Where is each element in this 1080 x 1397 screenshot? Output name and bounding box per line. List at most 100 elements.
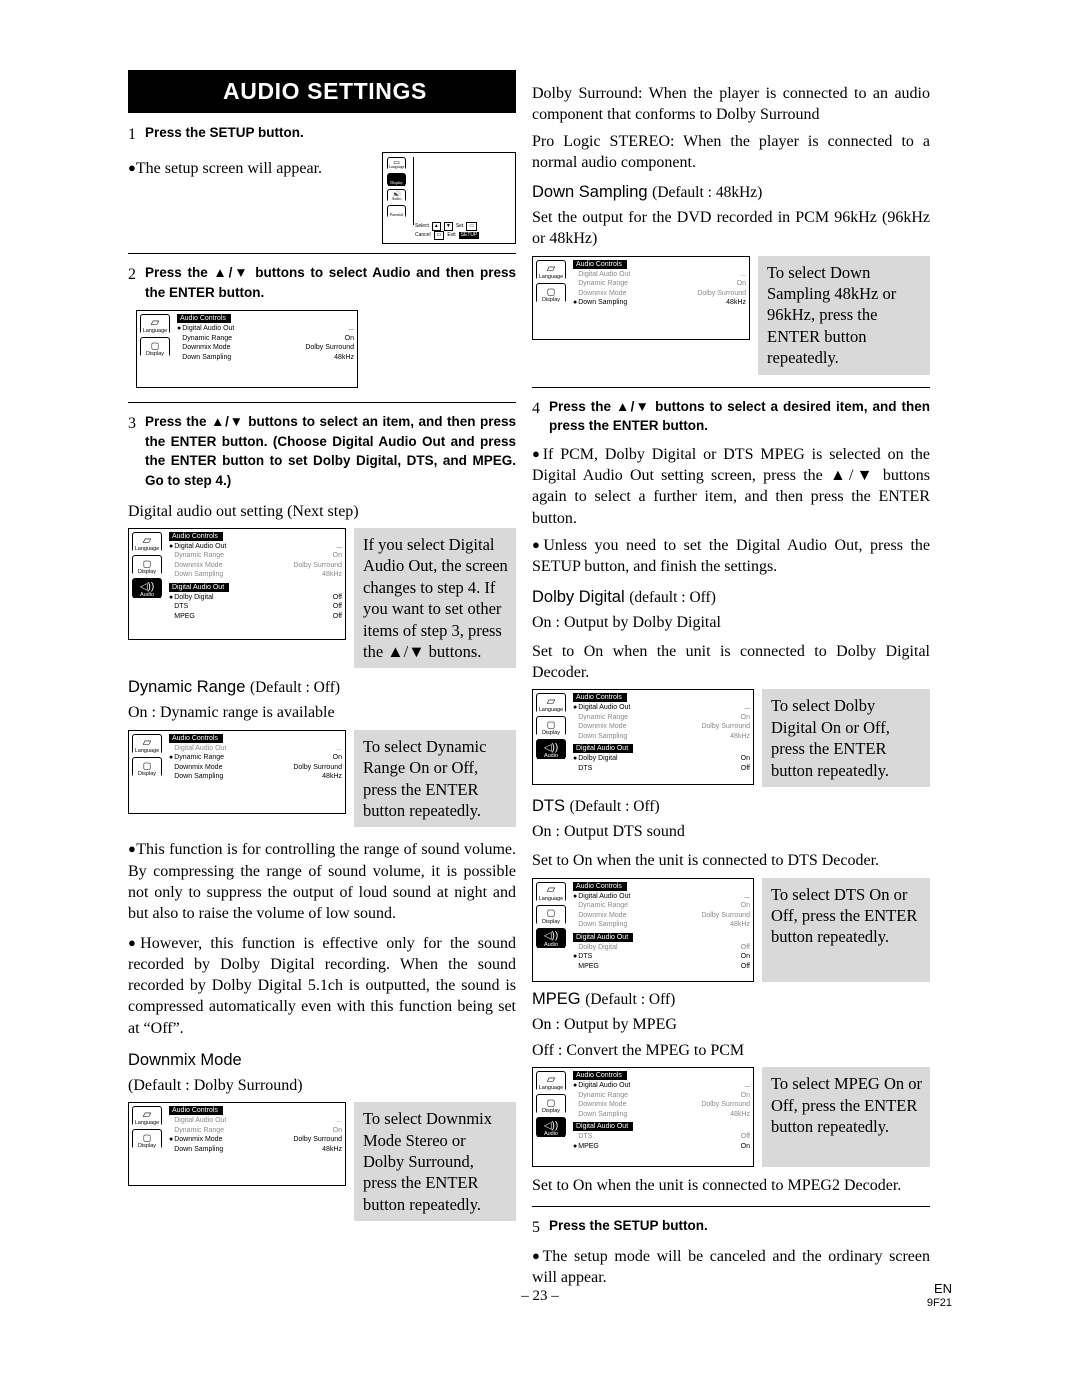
osd-panel: Audio Controls ●Digital Audio Out... ●Dy…	[573, 879, 753, 981]
step-3-text: Press the ▲/▼ buttons to select an item,…	[145, 414, 516, 488]
mpeg-on-line: On : Output by MPEG	[532, 1015, 677, 1033]
divider-2	[128, 402, 516, 404]
right-column: Dolby Surround: When the player is conne…	[532, 78, 930, 1294]
osd-sidebar: ▱ Language ▢ Display ◁)) Audio	[533, 690, 573, 784]
language-icon: ▱ Language	[132, 531, 162, 552]
osd-item-downmix-mode: ●Downmix ModeDolby Surround	[578, 1101, 750, 1109]
audio-icon: ◁)) Audio	[536, 1117, 566, 1138]
intro-pro-logic: Pro Logic STEREO: When the player is con…	[532, 132, 930, 171]
osd-item-digital-audio-out: ●Digital Audio Out...	[573, 704, 750, 712]
language-icon: ▱ Language	[132, 1106, 162, 1127]
osd-item-dynamic-range: ●Dynamic RangeOn	[578, 713, 750, 721]
dolby-digital-title: Dolby Digital	[532, 587, 625, 606]
osd-item-downmix-mode: ●Downmix ModeDolby Surround	[174, 561, 342, 569]
osd-sidebar: ▱ Language ▢ Display	[533, 257, 573, 339]
osd-panel: Audio Controls ●Digital Audio Out... ●Dy…	[169, 529, 345, 639]
sidebar-label-audio: Audio	[537, 753, 565, 760]
osd-item-dts: ●DTSOff	[578, 1133, 750, 1141]
osd-item-dts: ●DTSOff	[174, 603, 342, 611]
panel-title-audio-controls: Audio Controls	[573, 881, 627, 891]
sidebar-label-language: Language	[537, 1085, 565, 1092]
dynamic-range-on-line: On : Dynamic range is available	[128, 704, 335, 722]
osd-item-downmix-mode: ●Downmix ModeDolby Surround	[174, 763, 342, 771]
osd-item-dynamic-range: ●Dynamic RangeOn	[578, 280, 746, 288]
display-icon: ▢ Display	[536, 904, 566, 925]
language-icon: ▱ Language	[132, 733, 162, 754]
callout-downmix-mode: To select Downmix Mode Stereo or Dolby S…	[354, 1102, 516, 1222]
osd-screen-dts: ▱ Language ▢ Display ◁)) Audio Audio Contro…	[532, 877, 754, 982]
osd-item-down-sampling: ●Down Sampling48kHz	[174, 1145, 342, 1153]
step-5-number: 5	[532, 1219, 540, 1237]
intro-dolby-surround: Dolby Surround: When the player is conne…	[532, 85, 930, 124]
sidebar-label-language: Language	[133, 545, 161, 552]
panel-title-audio-controls: Audio Controls	[169, 1106, 223, 1116]
osd-item-digital-audio-out: ●Digital Audio Out...	[573, 892, 750, 900]
osd-screen-mpeg: ▱ Language ▢ Display ◁)) Audio Audio Contro…	[532, 1067, 754, 1168]
sidebar-label-display: Display	[133, 770, 161, 777]
osd-item-dynamic-range: ●Dynamic RangeOn	[578, 902, 750, 910]
osd-panel: Audio Controls ●Digital Audio Out... ●Dy…	[177, 311, 357, 387]
osd-sidebar-language: Language	[388, 164, 405, 171]
footer-code-block: EN 9F21	[927, 1281, 952, 1311]
osd-item-down-sampling: ●Down Sampling48kHz	[174, 571, 342, 579]
remote-illustration: ▭ Language Display 🔊 Audio Parental Select…	[382, 152, 516, 245]
callout-mpeg: To select MPEG On or Off, press the ENTE…	[762, 1067, 930, 1168]
osd-screen-audio-controls-1: ▱ Language ▢ Display Audio Controls ● Digit…	[136, 310, 358, 389]
bullet-cancel-note: ●The setup mode will be canceled and the…	[532, 1246, 930, 1289]
osd-screen-digital-audio-out: ▱ Language ▢ Display ◁)) Audio Audio Contro…	[128, 527, 346, 640]
panel-title-audio-controls: Audio Controls	[177, 314, 231, 324]
osd-item-dts-on: ● DTS On	[573, 953, 750, 961]
mpeg-default: (Default : Off)	[585, 990, 676, 1008]
mpeg-title: MPEG	[532, 989, 581, 1008]
osd-item-downmix-mode: ●Downmix ModeDolby Surround	[578, 723, 750, 731]
footer-code: EN	[933, 1281, 952, 1296]
downmix-default-line: (Default : Dolby Surround)	[128, 1076, 303, 1094]
osd-item-downmix-mode: ●Downmix ModeDolby Surround	[578, 289, 746, 297]
osd-sidebar: ▱ Language ▢ Display	[137, 311, 177, 387]
osd-item-down-sampling: ●Down Sampling48kHz	[578, 732, 750, 740]
bullet-pcm-text: If PCM, Dolby Digital or DTS MPEG is sel…	[532, 445, 930, 527]
step-3-number: 3	[128, 415, 136, 433]
osd-sidebar: ▱ Language ▢ Display	[129, 731, 169, 813]
osd-screen-downmix-mode: ▱Language ▢Display Audio Controls ●Digit…	[128, 1102, 346, 1187]
heading-dynamic-range: Dynamic Range (Default : Off)	[128, 678, 516, 697]
osd-item-dynamic-range: ●Dynamic RangeOn	[174, 1126, 342, 1134]
osd-item-dts: ●DTSOff	[578, 764, 750, 772]
audio-icon: ◁)) Audio	[536, 739, 566, 760]
osd-screen-dolby-digital: ▱ Language ▢ Display ◁)) Audio Audio Contro…	[532, 689, 754, 786]
osd-item-mpeg: ●MPEGOff	[174, 612, 342, 620]
panel-title-audio-controls: Audio Controls	[169, 733, 223, 743]
paragraph-volume-control: ●This function is for controlling the ra…	[128, 839, 516, 924]
bullet-unless-note: ●Unless you need to set the Digital Audi…	[532, 535, 930, 578]
osd-panel: Audio Controls ●Digital Audio Out... ●Dy…	[573, 257, 749, 339]
sidebar-label-audio: Audio	[537, 1131, 565, 1138]
audio-settings-banner: AUDIO SETTINGS	[128, 70, 516, 113]
sidebar-label-display: Display	[537, 296, 565, 303]
page-number: – 23 –	[521, 1288, 559, 1304]
panel-title-digital-audio-out: Digital Audio Out	[573, 1122, 634, 1132]
step-4: 4 Press the ▲/▼ buttons to select a desi…	[532, 397, 930, 436]
osd-screen-dynamic-range: ▱Language ▢Display Audio Controls ●Digit…	[128, 729, 346, 814]
display-icon: ▢ Display	[536, 716, 566, 737]
bullet-dot: ●	[532, 1247, 543, 1263]
mpeg-off-line: Off : Convert the MPEG to PCM	[532, 1041, 745, 1059]
callout-dynamic-range: To select Dynamic Range On or Off, press…	[354, 729, 516, 828]
callout-step4-note: If you select Digital Audio Out, the scr…	[354, 527, 516, 669]
display-icon: ▢ Display	[536, 282, 566, 303]
panel-title-audio-controls: Audio Controls	[573, 1071, 627, 1081]
osd-item-downmix-mode: ●Downmix ModeDolby Surround	[578, 911, 750, 919]
mpeg-body: Set to On when the unit is connected to …	[532, 1177, 902, 1195]
sidebar-label-audio: Audio	[537, 941, 565, 948]
step-5-text: Press the SETUP button.	[549, 1218, 708, 1234]
bullet-cancel-text: The setup mode will be canceled and the …	[532, 1247, 930, 1286]
display-icon: ▢ Display	[140, 337, 170, 358]
osd-item-dolby-digital: ●Dolby DigitalOff	[578, 943, 750, 951]
osd-item-digital-audio-out: ●Digital Audio Out...	[169, 542, 342, 550]
step-1-number: 1	[128, 126, 136, 143]
osd-item-dynamic-range: ●Dynamic RangeOn	[182, 334, 354, 342]
panel-title-audio-controls: Audio Controls	[573, 259, 627, 269]
language-icon: ▱ Language	[536, 881, 566, 902]
heading-dolby-digital: Dolby Digital (default : Off)	[532, 588, 930, 607]
osd-item-down-sampling: ●Down Sampling48kHz	[578, 1110, 750, 1118]
dynamic-range-title: Dynamic Range	[128, 678, 246, 697]
